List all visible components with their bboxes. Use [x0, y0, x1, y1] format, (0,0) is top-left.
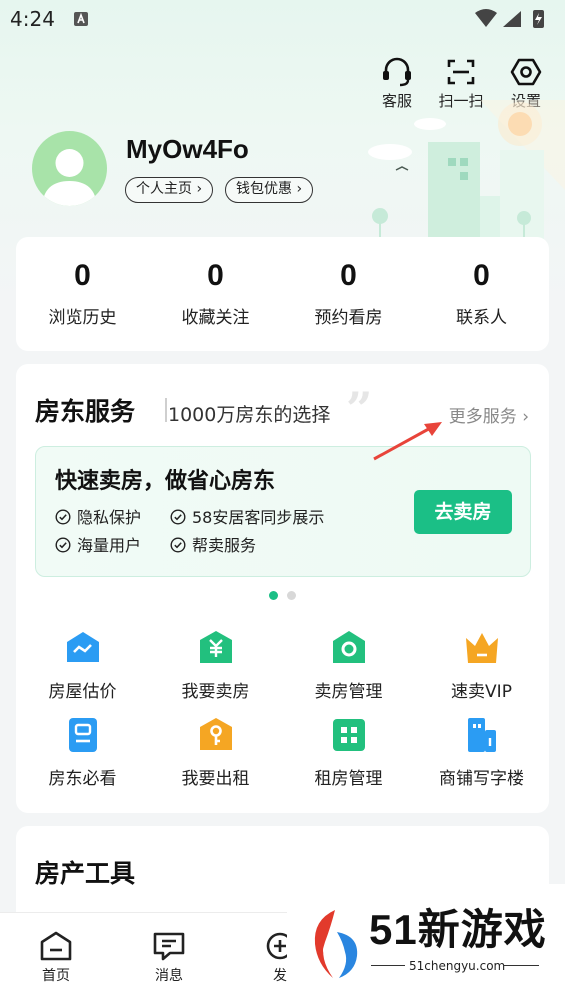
carousel-dot-active[interactable]: [269, 591, 278, 600]
feature-item: 58安居客同步展示: [170, 504, 324, 528]
grid-item-label: 商铺写字楼: [439, 769, 524, 789]
sell-management-icon: [332, 631, 365, 663]
stat-label: 预约看房: [314, 308, 383, 328]
grid-item-rent-out[interactable]: 我要出租: [149, 716, 282, 789]
city-illustration: [368, 100, 565, 240]
rent-out-key-icon: [199, 718, 232, 750]
check-circle-icon: [170, 537, 186, 553]
vip-crown-icon: [465, 633, 498, 663]
stat-value: 0: [473, 259, 490, 292]
settings-icon: [510, 58, 542, 86]
notification-a-icon: [74, 12, 88, 26]
carousel-dot[interactable]: [287, 591, 296, 600]
grid-item-sell-house[interactable]: 我要卖房: [149, 629, 282, 702]
landlord-guide-icon: [68, 718, 97, 752]
grid-item-quick-sell-vip[interactable]: 速卖VIP: [415, 629, 548, 702]
home-icon: [40, 931, 72, 961]
stat-label: 收藏关注: [181, 308, 250, 328]
scan-icon: [447, 59, 475, 85]
grid-item-sell-management[interactable]: 卖房管理: [282, 629, 415, 702]
status-time: 4:24: [10, 7, 55, 31]
grid-item-rent-management[interactable]: 租房管理: [282, 716, 415, 789]
grid-item-house-valuation[interactable]: 房屋估价: [16, 629, 149, 702]
stat-label: 联系人: [456, 308, 507, 328]
stat-value: 0: [74, 259, 91, 292]
grid-item-landlord-guide[interactable]: 房东必看: [16, 716, 149, 789]
section-subtitle: 1000万房东的选择: [168, 404, 331, 426]
section-title: 房产工具: [35, 859, 136, 888]
personal-homepage-link[interactable]: 个人主页 ›: [125, 177, 214, 203]
stat-value: 0: [207, 259, 224, 292]
quick-sell-banner[interactable]: 快速卖房，做省心房东 隐私保护 58安居客同步展示 海量用户 帮卖服务 去卖房: [35, 446, 531, 577]
stat-label: 浏览历史: [48, 308, 117, 328]
feature-label: 58安居客同步展示: [192, 508, 325, 527]
section-title: 房东服务: [35, 397, 136, 426]
grid-item-label: 租房管理: [314, 769, 383, 789]
grid-item-label: 我要卖房: [181, 682, 250, 702]
nav-home[interactable]: 首页: [26, 931, 86, 985]
house-valuation-icon: [66, 632, 99, 662]
office-building-icon: [467, 718, 496, 752]
watermark-text: 51新游戏: [369, 906, 547, 953]
feature-label: 海量用户: [77, 536, 142, 555]
watermark-logo-icon: [314, 910, 358, 978]
watermark-rule: [503, 965, 539, 966]
grid-item-shops-offices[interactable]: 商铺写字楼: [415, 716, 548, 789]
nav-messages[interactable]: 消息: [139, 931, 199, 985]
quote-decoration: ”: [346, 382, 373, 436]
check-circle-icon: [55, 509, 71, 525]
avatar[interactable]: [32, 131, 107, 206]
nav-label: 消息: [155, 968, 183, 984]
annotation-arrow-icon: [373, 422, 442, 461]
message-icon: [153, 932, 185, 961]
feature-label: 帮卖服务: [192, 536, 257, 555]
status-bar: 4:24: [0, 0, 565, 40]
rent-management-icon: [332, 719, 365, 751]
headset-icon: [383, 57, 411, 87]
sell-house-icon: [199, 631, 232, 663]
system-status-icons: [475, 9, 544, 28]
landlord-services-card: 房东服务 1000万房东的选择 ” 更多服务 › 快速卖房，做省心房东 隐私保护…: [16, 364, 549, 813]
more-services-link[interactable]: 更多服务 ›: [449, 402, 529, 427]
feature-item: 隐私保护: [55, 504, 141, 528]
grid-item-label: 房屋估价: [48, 682, 117, 702]
stat-browse-history[interactable]: 0 浏览历史: [16, 259, 149, 328]
go-sell-button[interactable]: 去卖房: [414, 490, 512, 534]
nav-label: 首页: [42, 968, 70, 984]
watermark-url: 51chengyu.com: [409, 959, 506, 973]
stat-viewing-appointments[interactable]: 0 预约看房: [282, 259, 415, 328]
grid-item-label: 速卖VIP: [451, 682, 512, 702]
feature-item: 帮卖服务: [170, 532, 256, 556]
grid-item-label: 我要出租: [181, 769, 250, 789]
feature-label: 隐私保护: [77, 508, 142, 527]
stat-value: 0: [340, 259, 357, 292]
grid-item-label: 卖房管理: [314, 682, 383, 702]
watermark: 51新游戏 51chengyu.com: [287, 884, 565, 992]
wallet-offers-link[interactable]: 钱包优惠 ›: [225, 177, 314, 203]
stats-card: 0 浏览历史 0 收藏关注 0 预约看房 0 联系人: [16, 237, 549, 351]
watermark-rule: [371, 965, 405, 966]
check-circle-icon: [55, 537, 71, 553]
default-avatar-icon: [42, 149, 97, 206]
title-divider: [165, 398, 167, 422]
banner-title: 快速卖房，做省心房东: [55, 469, 276, 494]
check-circle-icon: [170, 509, 186, 525]
feature-item: 海量用户: [55, 532, 141, 556]
stat-favorites[interactable]: 0 收藏关注: [149, 259, 282, 328]
username: MyOw4Fo: [126, 134, 249, 164]
stat-contacts[interactable]: 0 联系人: [415, 259, 548, 328]
grid-item-label: 房东必看: [48, 769, 117, 789]
